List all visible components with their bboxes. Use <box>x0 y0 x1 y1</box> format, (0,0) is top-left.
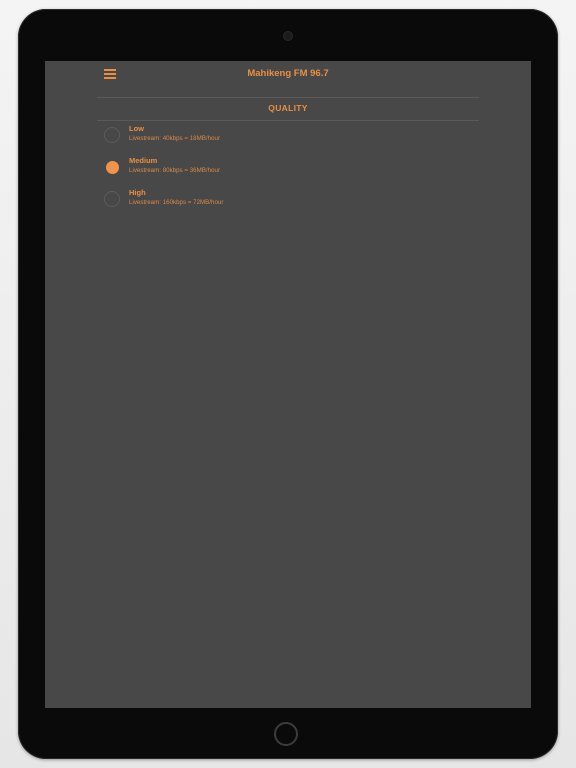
quality-option-medium[interactable]: Medium Livestream: 80kbps = 36MB/hour <box>104 154 484 186</box>
quality-option-high[interactable]: High Livestream: 160kbps = 72MB/hour <box>104 186 484 218</box>
option-label: Low <box>129 124 144 133</box>
option-label: Medium <box>129 156 158 165</box>
option-label: High <box>129 188 146 197</box>
tablet-device-frame: Mahikeng FM 96.7 QUALITY Low Livestream:… <box>18 9 558 759</box>
option-text: Low Livestream: 40kbps = 18MB/hour <box>129 124 220 144</box>
front-camera <box>284 32 292 40</box>
app-screen: Mahikeng FM 96.7 QUALITY Low Livestream:… <box>45 61 531 708</box>
radio-button-icon[interactable] <box>104 127 120 143</box>
navigation-bar: Mahikeng FM 96.7 <box>45 61 531 87</box>
app-title: Mahikeng FM 96.7 <box>247 68 329 79</box>
option-description: Livestream: 40kbps = 18MB/hour <box>129 135 220 142</box>
quality-option-low[interactable]: Low Livestream: 40kbps = 18MB/hour <box>104 122 484 154</box>
section-header-quality: QUALITY <box>97 97 479 121</box>
option-text: High Livestream: 160kbps = 72MB/hour <box>129 188 223 208</box>
radio-button-icon[interactable] <box>104 191 120 207</box>
option-text: Medium Livestream: 80kbps = 36MB/hour <box>129 156 220 176</box>
radio-button-selected-icon[interactable] <box>106 161 119 174</box>
option-description: Livestream: 160kbps = 72MB/hour <box>129 199 224 206</box>
option-description: Livestream: 80kbps = 36MB/hour <box>129 167 220 174</box>
quality-option-list: Low Livestream: 40kbps = 18MB/hour Mediu… <box>104 122 484 218</box>
home-button[interactable] <box>274 722 298 746</box>
